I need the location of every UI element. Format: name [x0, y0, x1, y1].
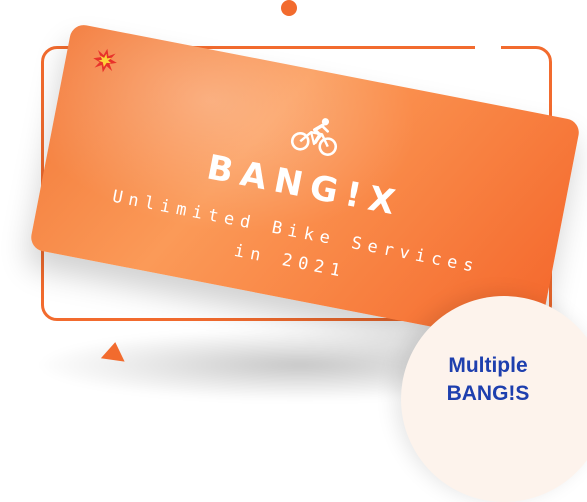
frame-gap [475, 44, 501, 51]
spark-icon [93, 48, 117, 73]
promo-badge-text: Multiple BANG!S [418, 352, 558, 408]
badge-line-1: Multiple [448, 354, 528, 377]
decorative-dot [281, 0, 297, 16]
decorative-triangle [100, 340, 128, 362]
badge-line-2: BANG!S [446, 382, 530, 405]
